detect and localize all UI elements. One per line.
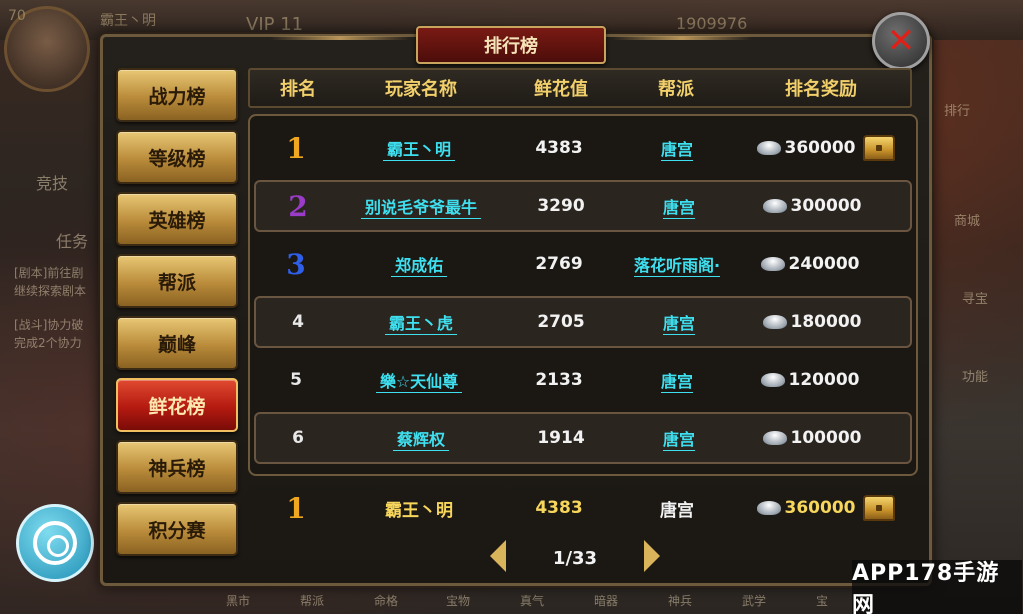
- silver-ingot-icon: [760, 373, 785, 387]
- reward-amount: 180000: [790, 312, 862, 332]
- bg-shop-label[interactable]: 商城: [954, 210, 980, 229]
- bg-arena-label[interactable]: 竞技: [36, 170, 68, 194]
- gold-amount: 1909976: [676, 14, 748, 33]
- guild-link[interactable]: 唐宫: [662, 426, 695, 451]
- guild-link[interactable]: 唐宫: [660, 368, 693, 393]
- rank-number: 4: [292, 312, 304, 332]
- table-row[interactable]: 6 蔡辉权 1914 唐宫 100000: [254, 412, 912, 464]
- silver-ingot-icon: [756, 141, 781, 155]
- table-header: 排名 玩家名称 鲜花值 帮派 排名奖励: [248, 68, 912, 108]
- flower-value: 2133: [535, 370, 583, 390]
- tab-level[interactable]: 等级榜: [116, 130, 238, 184]
- reward-amount: 360000: [784, 138, 856, 158]
- tab-peak[interactable]: 巅峰: [116, 316, 238, 370]
- player-name-link[interactable]: 霸王丶明: [382, 136, 455, 161]
- tab-hero[interactable]: 英雄榜: [116, 192, 238, 246]
- bg-bottom-label[interactable]: 武学: [742, 592, 766, 609]
- tab-weapon[interactable]: 神兵榜: [116, 440, 238, 494]
- silver-ingot-icon: [762, 431, 787, 445]
- bg-bottom-label[interactable]: 帮派: [300, 592, 324, 609]
- title-ornament-left: [270, 36, 410, 40]
- tab-power[interactable]: 战力榜: [116, 68, 238, 122]
- col-guild-header: 帮派: [658, 79, 694, 100]
- page-indicator: 1/33: [552, 547, 598, 569]
- silver-ingot-icon: [762, 315, 787, 329]
- my-rank-row: 1 霸王丶明 4383 唐宫 360000: [254, 484, 912, 532]
- flower-value: 1914: [537, 428, 585, 448]
- player-name-link[interactable]: 郑成佑: [390, 252, 447, 277]
- table-row[interactable]: 1 霸王丶明 4383 唐宫 360000: [254, 122, 912, 174]
- treasure-chest-icon[interactable]: [863, 495, 896, 521]
- rank-number: 1: [286, 131, 306, 165]
- flower-value: 2769: [535, 254, 583, 274]
- col-player-header: 玩家名称: [385, 79, 457, 100]
- bg-bottom-label[interactable]: 神兵: [668, 592, 692, 609]
- table-row[interactable]: 5 樂☆天仙尊 2133 唐宫 120000: [254, 354, 912, 406]
- bg-quest-line: 完成2个协力: [14, 336, 82, 350]
- my-flower-value: 4383: [535, 498, 583, 518]
- guild-link[interactable]: 落花听雨阁·: [633, 252, 721, 277]
- vip-label: VIP 11: [246, 14, 304, 35]
- bg-bottom-label[interactable]: 黑市: [226, 592, 250, 609]
- bg-bottom-label[interactable]: 命格: [374, 592, 398, 609]
- rank-number: 3: [286, 247, 306, 281]
- silver-ingot-icon: [762, 199, 787, 213]
- table-row[interactable]: 3 郑成佑 2769 落花听雨阁· 240000: [254, 238, 912, 290]
- reward-amount: 240000: [788, 254, 860, 274]
- rank-number: 2: [288, 189, 308, 223]
- close-icon: ✕: [886, 21, 916, 61]
- tab-flowers[interactable]: 鲜花榜: [116, 378, 238, 432]
- bg-function-label[interactable]: 功能: [962, 366, 988, 385]
- my-guild: 唐宫: [660, 500, 694, 521]
- bg-bottom-label[interactable]: 真气: [520, 592, 544, 609]
- silver-ingot-icon: [756, 501, 781, 515]
- bg-bottom-label[interactable]: 宝物: [446, 592, 470, 609]
- bg-quest-line: [剧本]前往剧: [14, 266, 84, 280]
- my-player-name: 霸王丶明: [385, 500, 453, 521]
- flower-value: 2705: [537, 312, 585, 332]
- reward-amount: 300000: [790, 196, 862, 216]
- tab-guild[interactable]: 帮派: [116, 254, 238, 308]
- treasure-chest-icon[interactable]: [863, 135, 896, 161]
- flower-value: 3290: [537, 196, 585, 216]
- col-reward-header: 排名奖励: [785, 79, 857, 100]
- rank-number: 5: [290, 370, 302, 390]
- bg-bottom-label[interactable]: 宝: [816, 592, 828, 609]
- next-page-arrow-icon[interactable]: [644, 540, 660, 572]
- close-button[interactable]: ✕: [872, 12, 930, 70]
- bg-rank-label[interactable]: 排行: [944, 100, 970, 119]
- prev-page-arrow-icon[interactable]: [490, 540, 506, 572]
- tab-points[interactable]: 积分赛: [116, 502, 238, 556]
- assistant-icon: [33, 521, 77, 565]
- watermark-logo: APP178手游网: [852, 560, 1022, 614]
- guild-link[interactable]: 唐宫: [660, 136, 693, 161]
- guild-link[interactable]: 唐宫: [662, 194, 695, 219]
- col-flowers-header: 鲜花值: [534, 79, 588, 100]
- guild-link[interactable]: 唐宫: [662, 310, 695, 335]
- bg-quest-line: [战斗]协力破: [14, 318, 84, 332]
- my-rank-number: 1: [286, 491, 306, 525]
- col-rank-header: 排名: [280, 79, 316, 100]
- table-row[interactable]: 2 别说毛爷爷最牛 3290 唐宫 300000: [254, 180, 912, 232]
- rank-number: 6: [292, 428, 304, 448]
- bg-quest-line: 继续探索剧本: [14, 284, 87, 298]
- player-name-link[interactable]: 蔡辉权: [392, 426, 449, 451]
- reward-amount: 120000: [788, 370, 860, 390]
- my-reward-amount: 360000: [784, 498, 856, 518]
- player-name-link[interactable]: 别说毛爷爷最牛: [360, 194, 481, 219]
- player-level: 70: [8, 8, 26, 24]
- table-row[interactable]: 4 霸王丶虎 2705 唐宫 180000: [254, 296, 912, 348]
- panel-title: 排行榜: [416, 26, 606, 64]
- bg-treasure-label[interactable]: 寻宝: [962, 288, 988, 307]
- title-ornament-right: [612, 36, 752, 40]
- reward-amount: 100000: [790, 428, 862, 448]
- assistant-button[interactable]: [16, 504, 94, 582]
- flower-value: 4383: [535, 138, 583, 158]
- bg-bottom-label[interactable]: 暗器: [594, 592, 618, 609]
- bg-quest-label[interactable]: 任务: [56, 228, 88, 252]
- bg-player-name: 霸王丶明: [100, 13, 156, 29]
- player-name-link[interactable]: 樂☆天仙尊: [375, 368, 463, 393]
- player-name-link[interactable]: 霸王丶虎: [384, 310, 457, 335]
- silver-ingot-icon: [760, 257, 785, 271]
